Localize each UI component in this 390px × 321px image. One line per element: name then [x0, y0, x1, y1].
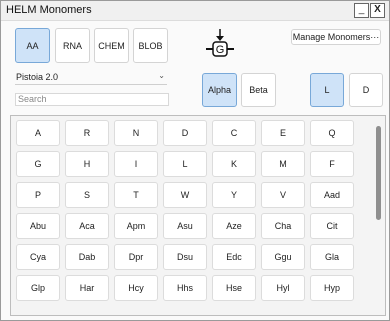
- monomer-button[interactable]: Edc: [212, 244, 256, 270]
- l-chirality-button[interactable]: L: [310, 73, 344, 107]
- monomer-button[interactable]: Cya: [16, 244, 60, 270]
- monomer-button[interactable]: P: [16, 182, 60, 208]
- monomer-button[interactable]: Hhs: [163, 275, 207, 301]
- monomer-button[interactable]: Dpr: [114, 244, 158, 270]
- monomer-g-icon[interactable]: G: [204, 28, 236, 61]
- monomer-button[interactable]: G: [16, 151, 60, 177]
- manage-monomers-button[interactable]: Manage Monomers···: [291, 29, 381, 45]
- search-input[interactable]: Search: [15, 93, 169, 106]
- polymer-type-rna-button[interactable]: RNA: [55, 28, 90, 63]
- monomer-grid: A R N D C E Q G H I L K M F P S T W Y V Aad Abu Aca Apm Asu Aze Ch…: [16, 120, 354, 301]
- monomer-button[interactable]: Cit: [310, 213, 354, 239]
- monomer-button[interactable]: V: [261, 182, 305, 208]
- monomer-button[interactable]: Hse: [212, 275, 256, 301]
- close-button[interactable]: X: [370, 3, 385, 18]
- monomer-button[interactable]: F: [310, 151, 354, 177]
- svg-text:G: G: [216, 44, 225, 56]
- library-select-value: Pistoia 2.0: [16, 72, 59, 82]
- monomer-button[interactable]: Glp: [16, 275, 60, 301]
- d-chirality-button[interactable]: D: [349, 73, 383, 107]
- monomer-button[interactable]: I: [114, 151, 158, 177]
- monomer-button[interactable]: A: [16, 120, 60, 146]
- helm-monomers-window: HELM Monomers _ X AA RNA CHEM BLOB G Man…: [0, 0, 390, 321]
- monomer-button[interactable]: Hyl: [261, 275, 305, 301]
- monomer-button[interactable]: L: [163, 151, 207, 177]
- polymer-type-chem-button[interactable]: CHEM: [94, 28, 129, 63]
- window-title: HELM Monomers: [6, 4, 92, 16]
- monomer-button[interactable]: K: [212, 151, 256, 177]
- monomer-button[interactable]: Gla: [310, 244, 354, 270]
- polymer-type-blob-button[interactable]: BLOB: [133, 28, 168, 63]
- monomer-button[interactable]: W: [163, 182, 207, 208]
- monomer-button[interactable]: S: [65, 182, 109, 208]
- monomer-button[interactable]: Aca: [65, 213, 109, 239]
- monomer-button[interactable]: E: [261, 120, 305, 146]
- monomer-grid-panel: A R N D C E Q G H I L K M F P S T W Y V Aad Abu Aca Apm Asu Aze Ch…: [10, 115, 386, 316]
- monomer-button[interactable]: Aad: [310, 182, 354, 208]
- monomer-button[interactable]: C: [212, 120, 256, 146]
- g-icon: G: [206, 29, 234, 57]
- monomer-button[interactable]: R: [65, 120, 109, 146]
- chevron-down-icon: ⌄: [158, 71, 165, 80]
- monomer-button[interactable]: Dsu: [163, 244, 207, 270]
- monomer-button[interactable]: Y: [212, 182, 256, 208]
- monomer-button[interactable]: N: [114, 120, 158, 146]
- monomer-button[interactable]: Hyp: [310, 275, 354, 301]
- monomer-button[interactable]: Har: [65, 275, 109, 301]
- title-bar: HELM Monomers _ X: [1, 1, 389, 21]
- monomer-button[interactable]: Aze: [212, 213, 256, 239]
- monomer-button[interactable]: Asu: [163, 213, 207, 239]
- monomer-button[interactable]: Abu: [16, 213, 60, 239]
- monomer-button[interactable]: Q: [310, 120, 354, 146]
- monomer-button[interactable]: T: [114, 182, 158, 208]
- monomer-button[interactable]: M: [261, 151, 305, 177]
- library-select[interactable]: Pistoia 2.0 ⌄: [15, 71, 167, 85]
- alpha-button[interactable]: Alpha: [202, 73, 237, 107]
- monomer-button[interactable]: Dab: [65, 244, 109, 270]
- monomer-button[interactable]: H: [65, 151, 109, 177]
- monomer-button[interactable]: Ggu: [261, 244, 305, 270]
- monomer-button[interactable]: D: [163, 120, 207, 146]
- monomer-button[interactable]: Hcy: [114, 275, 158, 301]
- beta-button[interactable]: Beta: [241, 73, 276, 107]
- minimize-button[interactable]: _: [354, 3, 369, 18]
- polymer-type-aa-button[interactable]: AA: [15, 28, 50, 63]
- monomer-button[interactable]: Apm: [114, 213, 158, 239]
- vertical-scrollbar[interactable]: [376, 126, 381, 220]
- monomer-button[interactable]: Cha: [261, 213, 305, 239]
